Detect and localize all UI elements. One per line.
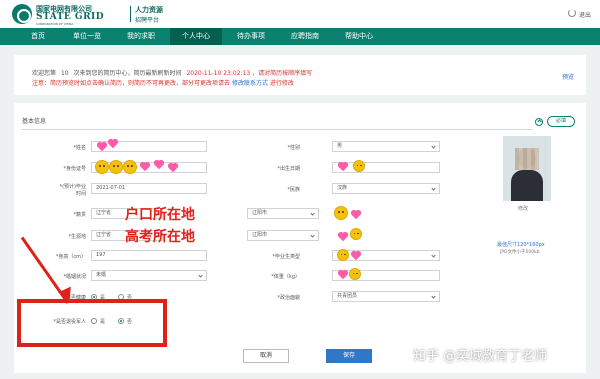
nav-item-help[interactable]: 帮助中心 — [334, 28, 384, 45]
nav-item-home[interactable]: 首页 — [18, 28, 58, 45]
nav-item-my-jobs[interactable]: 我的求职 — [116, 28, 166, 45]
notice-warning: 注意：简历预览时如点击确认简历，则简历不可再更改，部分可更改项请去 — [32, 80, 231, 87]
label-graduate-type: *毕业生类型 — [272, 254, 300, 260]
label-name: *姓名 — [73, 145, 86, 151]
label-height: *身高（cm） — [55, 254, 86, 260]
smiley-emoji-icon — [95, 160, 109, 174]
smiley-emoji-icon — [334, 206, 348, 220]
preview-link[interactable]: 预览 — [562, 72, 574, 81]
profile-photo — [503, 136, 551, 201]
brand-english-name: STATE GRID — [36, 12, 105, 22]
marital-status-select[interactable]: 未婚 — [91, 270, 207, 281]
save-button[interactable]: 保存 — [326, 349, 372, 363]
edit-contact-link[interactable]: 修改联系方式 — [232, 80, 268, 87]
photo-edit-link[interactable]: 修改 — [518, 205, 528, 212]
chevron-down-icon — [310, 233, 315, 238]
smiley-emoji-icon — [353, 160, 365, 172]
gender-value: 男 — [337, 143, 343, 149]
notice-warning-end: 进行修改 — [269, 80, 294, 87]
label-graduation-time: *(预计)毕业 — [59, 184, 86, 190]
smiley-emoji-icon — [337, 249, 349, 261]
height-input[interactable]: 197 — [91, 250, 207, 261]
watermark: 知乎 @奕城教育丁老师 — [413, 349, 548, 364]
political-status-select[interactable]: 共青团员 — [332, 291, 440, 302]
power-icon[interactable] — [568, 9, 576, 17]
nav-item-todo[interactable]: 待办事项 — [226, 28, 276, 45]
visit-count: 10 — [60, 70, 69, 77]
origin-city-value: 辽阳市 — [252, 232, 268, 238]
label-id-number: *身份证号 — [63, 166, 86, 172]
smiley-emoji-icon — [123, 160, 137, 174]
brand-subtitle: CORPORATION OF CHINA — [36, 22, 74, 26]
graduation-date-input[interactable]: 2021-07-01 — [91, 183, 207, 194]
required-badge[interactable]: 必填 — [547, 116, 575, 127]
notice-text: 次来到您的简历中心，简历最新刷新时间 — [73, 70, 182, 77]
chevron-down-icon — [431, 144, 436, 149]
photo-size-note: 最佳尺寸120*160px — [497, 242, 545, 248]
origin-province-value: 辽宁省 — [96, 232, 112, 238]
gender-select[interactable]: 男 — [332, 141, 440, 152]
resume-notice: 欢迎您第 10 次来到您的简历中心，简历最新刷新时间 2020-11-10 23… — [14, 55, 586, 95]
marital-status-value: 未婚 — [96, 272, 107, 278]
collapse-icon[interactable] — [535, 118, 543, 126]
label-origin: *生源地 — [68, 234, 86, 240]
smiley-emoji-icon — [349, 268, 361, 280]
refresh-time: 2020-11-10 23:02:13 — [186, 70, 251, 77]
ethnicity-select[interactable]: 汉族 — [332, 183, 440, 194]
nav-item-units[interactable]: 单位一览 — [62, 28, 112, 45]
label-ethnicity: *民族 — [287, 187, 300, 193]
exit-link[interactable]: 退出 — [579, 10, 591, 19]
top-header: 国家电网有限公司 STATE GRID CORPORATION OF CHINA… — [0, 0, 600, 28]
notice-text: 欢迎您第 — [32, 70, 57, 77]
ethnicity-value: 汉族 — [337, 185, 348, 191]
state-grid-logo-icon — [12, 4, 32, 24]
nav-item-guide[interactable]: 应聘指南 — [280, 28, 330, 45]
section-title: 基本信息 — [22, 118, 47, 125]
political-status-value: 共青团员 — [337, 293, 358, 299]
label-political-status: *政治面貌 — [277, 295, 300, 301]
chevron-down-icon — [431, 294, 436, 299]
photo-body — [511, 170, 543, 201]
chevron-down-icon — [431, 186, 436, 191]
label-weight: *体重（kg） — [271, 274, 300, 280]
smiley-emoji-icon — [350, 228, 362, 240]
label-native-place: *籍贯 — [73, 212, 86, 218]
label-graduation-time-2: 时间 — [75, 191, 86, 197]
notice-line-2: 注意：简历预览时如点击确认简历，则简历不可再更改，部分可更改项请去 修改联系方式… — [32, 78, 294, 87]
chevron-down-icon — [310, 211, 315, 216]
veteran-highlight-box — [17, 299, 167, 347]
photo-mosaic — [515, 148, 539, 170]
section-divider — [22, 129, 532, 130]
platform-title: 人力资源 — [135, 6, 163, 14]
annotation-gaokao: 高考所在地 — [125, 229, 195, 245]
native-city-value: 辽阳市 — [252, 210, 268, 216]
native-province-value: 辽宁省 — [96, 210, 112, 216]
native-city-select[interactable]: 辽阳市 — [247, 208, 319, 219]
main-nav: 首页 单位一览 我的求职 个人中心 待办事项 应聘指南 帮助中心 — [0, 28, 600, 45]
platform-subtitle: 招聘平台 — [135, 17, 160, 24]
cancel-button[interactable]: 取消 — [243, 349, 289, 363]
label-gender: *性别 — [287, 145, 300, 151]
annotation-hukou: 户口所在地 — [125, 207, 195, 223]
origin-city-select[interactable]: 辽阳市 — [247, 230, 319, 241]
nav-item-personal-center[interactable]: 个人中心 — [170, 28, 222, 45]
label-birth-date: *出生日期 — [277, 166, 300, 172]
chevron-down-icon — [431, 253, 436, 258]
notice-instruction: ，请对简历按顺序填写 — [252, 70, 313, 77]
chevron-down-icon — [198, 273, 203, 278]
smiley-emoji-icon — [109, 160, 123, 174]
photo-format-note: JPG文件小于500kb — [500, 250, 540, 255]
notice-line-1: 欢迎您第 10 次来到您的简历中心，简历最新刷新时间 2020-11-10 23… — [32, 68, 312, 77]
header-divider — [130, 6, 131, 22]
